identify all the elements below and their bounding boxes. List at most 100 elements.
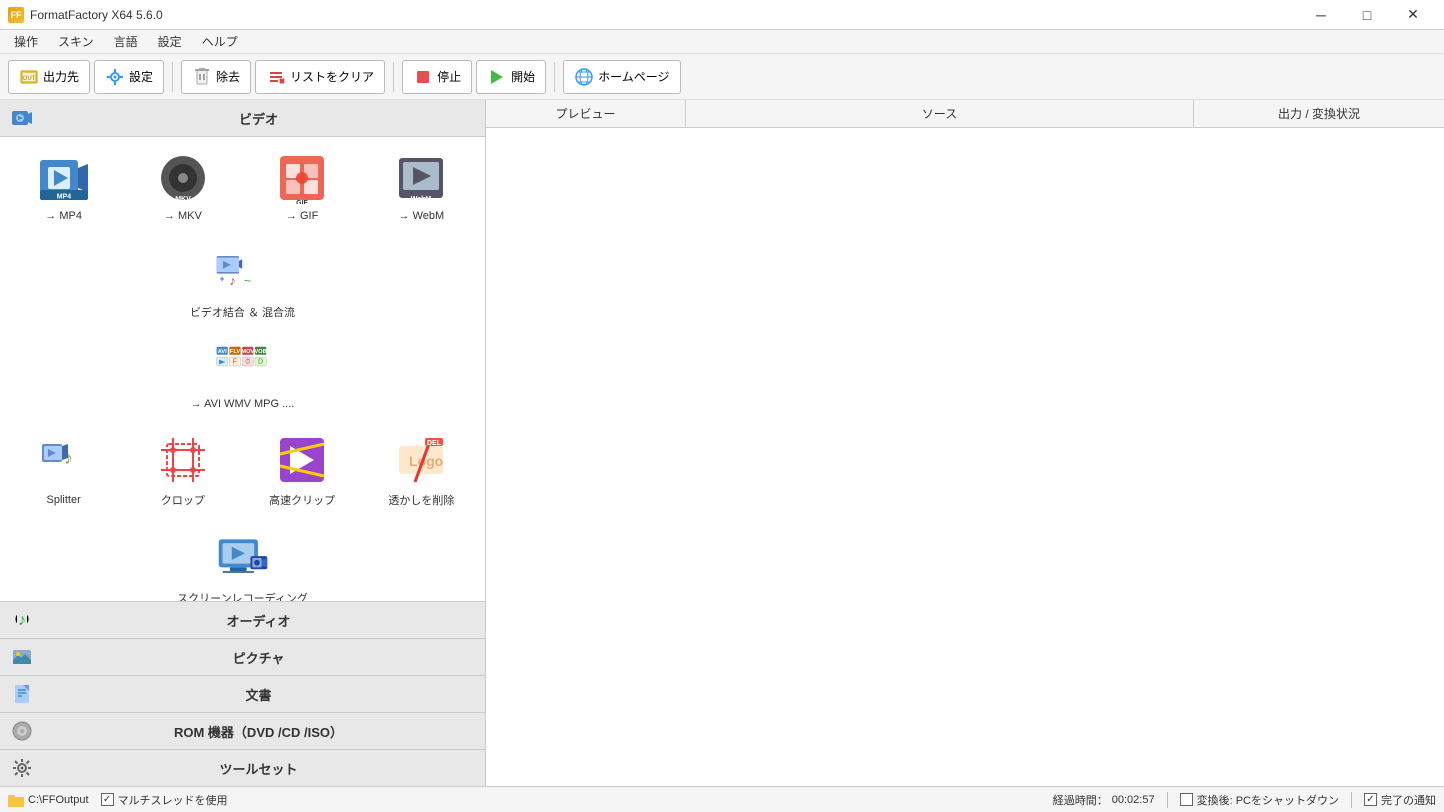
svg-text:~: ~ — [243, 273, 250, 288]
svg-text:DEL: DEL — [427, 440, 442, 447]
homepage-button[interactable]: ホームページ — [563, 60, 680, 94]
toolbar-sep-1 — [172, 62, 173, 92]
col-source: ソース — [686, 100, 1194, 127]
output-path: C:\FFOutput — [28, 794, 89, 806]
elapsed-time: 00:02:57 — [1112, 794, 1155, 806]
output-path-item: C:\FFOutput — [8, 793, 89, 807]
document-label: 文書 — [42, 685, 475, 704]
splitter-icon: ♪ — [36, 434, 92, 490]
document-icon — [10, 682, 34, 706]
svg-text:F: F — [232, 357, 237, 366]
multithread-checkbox[interactable]: ✓ — [101, 793, 114, 806]
svg-text:MKV: MKV — [175, 196, 191, 203]
shutdown-checkbox[interactable] — [1180, 793, 1193, 806]
avi-wmv-icon: AVI FLV MOV VOB — [215, 338, 271, 394]
tool-avi-wmv[interactable]: AVI FLV MOV VOB — [4, 329, 481, 419]
svg-text:MP4: MP4 — [56, 194, 71, 201]
tool-webm[interactable]: WebM → WebM — [362, 141, 481, 231]
tool-watermark[interactable]: Logo DEL 透かしを削除 — [362, 423, 481, 517]
svg-text:♪: ♪ — [18, 612, 26, 629]
menu-item-action[interactable]: 操作 — [4, 31, 48, 52]
svg-text:♪: ♪ — [229, 273, 235, 288]
menu-item-help[interactable]: ヘルプ — [192, 31, 248, 52]
tool-screenrec[interactable]: スクリーンレコーディング — [4, 521, 481, 601]
format-grid-row2: + ♪ ~ ビデオ結合 ＆ 混合流 AVI — [0, 235, 485, 419]
col-output: 出力 / 変換状況 — [1194, 100, 1444, 127]
svg-text:OUT: OUT — [23, 76, 36, 82]
svg-text:WebM: WebM — [411, 196, 432, 203]
svg-text:MOV: MOV — [241, 349, 254, 355]
title-bar-left: FF FormatFactory X64 5.6.0 — [8, 7, 163, 23]
rom-section[interactable]: ROM 機器（DVD /CD /ISO） — [0, 712, 485, 749]
tool-combine[interactable]: + ♪ ~ ビデオ結合 ＆ 混合流 — [4, 235, 481, 329]
tool-splitter[interactable]: ♪ Splitter — [4, 423, 123, 517]
splitter-label: Splitter — [47, 494, 81, 506]
tool-crop[interactable]: クロップ — [123, 423, 242, 517]
col-preview: プレビュー — [486, 100, 686, 127]
output-button[interactable]: OUT 出力先 — [8, 60, 90, 94]
mkv-icon: MKV — [155, 150, 211, 206]
homepage-icon — [574, 67, 594, 87]
tools-label: ツールセット — [42, 759, 475, 778]
svg-text:⏱: ⏱ — [245, 359, 250, 366]
gif-label: → GIF — [286, 210, 318, 222]
tool-fastclip[interactable]: 高速クリップ — [243, 423, 362, 517]
clear-list-button[interactable]: リストをクリア — [255, 60, 385, 94]
stop-button[interactable]: 停止 — [402, 60, 472, 94]
webm-label: → WebM — [399, 210, 445, 222]
maximize-button[interactable]: □ — [1344, 0, 1390, 30]
left-panel: ビデオ MP4 → MP4 — [0, 100, 486, 786]
format-grid-row4: スクリーンレコーディング — [0, 521, 485, 601]
svg-text:+: + — [219, 275, 224, 284]
shutdown-label: 変換後: PCをシャットダウン — [1197, 792, 1339, 808]
rom-icon — [10, 719, 34, 743]
notify-checkbox[interactable]: ✓ — [1364, 793, 1377, 806]
mp4-icon: MP4 — [36, 150, 92, 206]
tool-gif[interactable]: GIF → GIF — [243, 141, 362, 231]
clear-list-label: リストをクリア — [290, 68, 374, 85]
status-sep-2 — [1351, 792, 1352, 808]
start-button[interactable]: 開始 — [476, 60, 546, 94]
screenrec-icon — [215, 530, 271, 586]
toolbar: OUT 出力先 設定 — [0, 54, 1444, 100]
document-section[interactable]: 文書 — [0, 675, 485, 712]
menu-item-language[interactable]: 言語 — [104, 31, 148, 52]
picture-section[interactable]: ピクチャ — [0, 638, 485, 675]
remove-button[interactable]: 除去 — [181, 60, 251, 94]
menu-item-skin[interactable]: スキン — [48, 31, 104, 52]
tool-mkv[interactable]: MKV → MKV — [123, 141, 242, 231]
settings-button[interactable]: 設定 — [94, 60, 164, 94]
remove-icon — [192, 67, 212, 87]
menu-bar: 操作 スキン 言語 設定 ヘルプ — [0, 30, 1444, 54]
status-sep-1 — [1167, 792, 1168, 808]
audio-section[interactable]: ♪ オーディオ — [0, 601, 485, 638]
menu-item-settings[interactable]: 設定 — [148, 31, 192, 52]
video-section-header[interactable]: ビデオ — [0, 100, 485, 137]
stop-label: 停止 — [437, 68, 461, 85]
right-panel-header: プレビュー ソース 出力 / 変換状況 — [486, 100, 1444, 128]
mp4-label: → MP4 — [45, 210, 82, 222]
webm-icon: WebM — [393, 150, 449, 206]
format-grid-row1: MP4 → MP4 MKV → MKV — [0, 137, 485, 235]
close-button[interactable]: ✕ — [1390, 0, 1436, 30]
remove-label: 除去 — [216, 68, 240, 85]
homepage-label: ホームページ — [598, 68, 669, 85]
audio-icon: ♪ — [10, 608, 34, 632]
rom-label: ROM 機器（DVD /CD /ISO） — [42, 722, 475, 741]
gif-icon: GIF — [274, 150, 330, 206]
svg-text:FLV: FLV — [229, 349, 239, 355]
output-icon: OUT — [19, 67, 39, 87]
svg-text:GIF: GIF — [296, 200, 308, 204]
svg-text:D: D — [257, 357, 262, 366]
start-label: 開始 — [511, 68, 535, 85]
multithread-item: ✓ マルチスレッドを使用 — [101, 792, 228, 808]
notify-item: ✓ 完了の通知 — [1364, 792, 1436, 808]
tools-section[interactable]: ツールセット — [0, 749, 485, 786]
window-controls: ─ □ ✕ — [1298, 0, 1436, 30]
title-bar: FF FormatFactory X64 5.6.0 ─ □ ✕ — [0, 0, 1444, 30]
audio-label: オーディオ — [42, 611, 475, 630]
elapsed-time-item: 経過時間： 00:02:57 — [1053, 792, 1155, 808]
elapsed-label: 経過時間： — [1053, 792, 1108, 808]
minimize-button[interactable]: ─ — [1298, 0, 1344, 30]
tool-mp4[interactable]: MP4 → MP4 — [4, 141, 123, 231]
